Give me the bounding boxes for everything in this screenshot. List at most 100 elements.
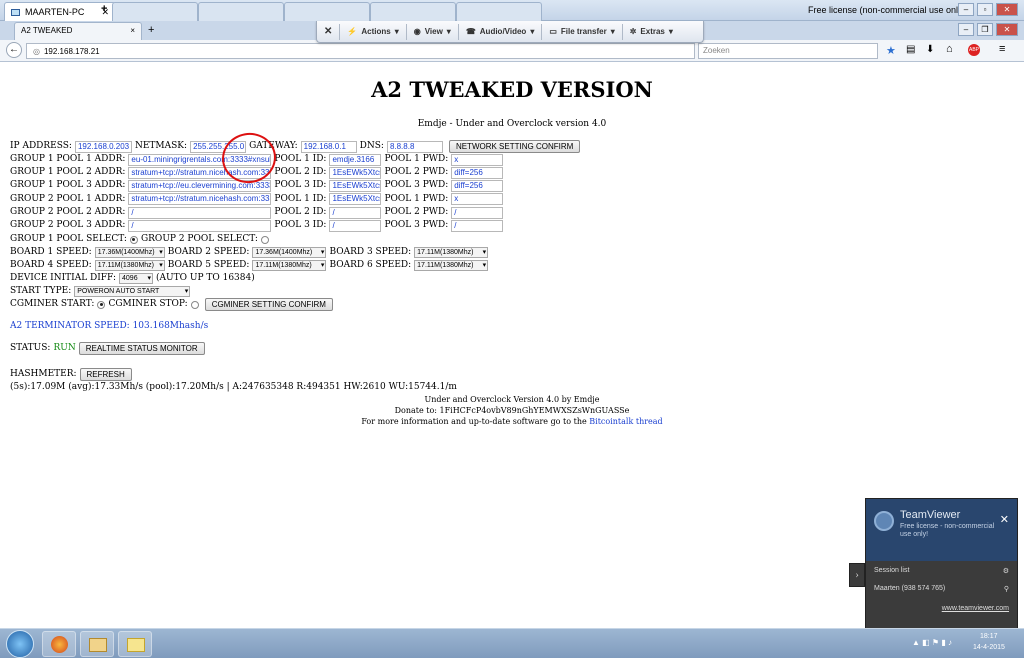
- pool-pwd-label: POOL 2 PWD:: [384, 167, 449, 178]
- minimize-button[interactable]: –: [958, 23, 974, 36]
- lightning-icon: ⚡: [347, 27, 358, 36]
- download-icon[interactable]: ⬇: [926, 44, 934, 55]
- refresh-button[interactable]: REFRESH: [79, 368, 132, 381]
- background-tab[interactable]: [198, 2, 284, 21]
- start-type-select[interactable]: POWERON AUTO START: [74, 286, 191, 297]
- pool-id-field[interactable]: emdje.3166: [329, 153, 382, 166]
- board-1-speed-select[interactable]: 17.36M(1400Mhz): [94, 247, 165, 258]
- chevron-down-icon: ▾: [530, 27, 535, 36]
- background-tab[interactable]: [284, 2, 370, 21]
- group1-pool-select-radio[interactable]: [129, 235, 138, 244]
- file-transfer-menu[interactable]: ▭ File transfer ▾: [542, 27, 621, 36]
- close-tab-icon[interactable]: ×: [130, 26, 135, 37]
- clock-date[interactable]: 14-4-2015: [973, 644, 1005, 651]
- reading-list-icon[interactable]: ▤: [906, 44, 915, 55]
- board-5-speed-select[interactable]: 17.11M(1380Mhz): [252, 260, 327, 271]
- background-tab[interactable]: [370, 2, 456, 21]
- close-window-button[interactable]: ✕: [996, 23, 1018, 36]
- clock-time[interactable]: 18:17: [980, 633, 998, 640]
- pool-pwd-field[interactable]: /: [451, 220, 504, 232]
- extras-menu[interactable]: ✲ Extras ▾: [623, 27, 680, 36]
- search-input[interactable]: Zoeken: [698, 43, 878, 59]
- pool-row: GROUP 2 POOL 3 ADDR: / POOL 3 ID: / POOL 3 P…: [10, 220, 506, 233]
- pool-id-field[interactable]: 1EsEWk5Xtcs: [329, 166, 382, 179]
- pool-pwd-field[interactable]: /: [451, 206, 504, 219]
- close-window-button[interactable]: ✕: [996, 3, 1018, 16]
- teamviewer-panel: TeamViewer Free license - non-commercial…: [865, 498, 1018, 629]
- back-arrow-icon[interactable]: ←: [6, 42, 22, 58]
- group1-pool-select-label: GROUP 1 POOL SELECT:: [10, 233, 127, 244]
- explorer-taskbar-icon[interactable]: [80, 631, 114, 657]
- globe-icon: ◎: [33, 46, 40, 56]
- chevron-down-icon: ▾: [446, 27, 451, 36]
- add-session-button[interactable]: +: [101, 3, 107, 15]
- teamviewer-link[interactable]: www.teamviewer.com: [874, 605, 1009, 612]
- pool-addr-field[interactable]: /: [128, 206, 272, 219]
- bookmark-star-icon[interactable]: ★: [886, 44, 896, 57]
- settings-icon[interactable]: ⚙: [1003, 567, 1009, 575]
- board-2-speed-select[interactable]: 17.36M(1400Mhz): [252, 247, 327, 258]
- headset-icon: ☎: [465, 27, 476, 36]
- pool-pwd-field[interactable]: x: [451, 153, 504, 166]
- network-setting-confirm-button[interactable]: NETWORK SETTING CONFIRM: [448, 140, 581, 153]
- pool-pwd-field[interactable]: diff=256: [451, 166, 504, 179]
- pool-select-row: GROUP 1 POOL SELECT: GROUP 2 POOL SELECT…: [10, 233, 272, 246]
- maximize-button[interactable]: ▫: [977, 3, 993, 16]
- cgminer-start-radio[interactable]: [97, 300, 106, 309]
- browser-tab[interactable]: A2 TWEAKED ×: [14, 22, 142, 40]
- chevron-down-icon: ▾: [610, 27, 615, 36]
- firefox-taskbar-icon[interactable]: [42, 631, 76, 657]
- view-menu[interactable]: ◉ View ▾: [407, 27, 458, 36]
- windows-taskbar: ▲ ◧ ⚑ ▮ ♪ 18:17 14-4-2015: [0, 628, 1024, 658]
- teamviewer-session-tab[interactable]: MAARTEN-PC ✕: [4, 2, 116, 21]
- new-tab-button[interactable]: +: [148, 24, 154, 36]
- bitcointalk-link[interactable]: Bitcointalk thread: [589, 417, 662, 426]
- board-3-speed-select[interactable]: 17.11M(1380Mhz): [414, 247, 489, 258]
- pool-id-field[interactable]: /: [329, 220, 382, 232]
- panel-expand-button[interactable]: ›: [849, 563, 865, 587]
- actions-menu[interactable]: ⚡ Actions ▾: [340, 27, 405, 36]
- pool-addr-field[interactable]: stratum+tcp://stratum.nicehash.com:3333: [128, 193, 272, 206]
- tray-icons[interactable]: ▲ ◧ ⚑ ▮ ♪: [912, 638, 952, 647]
- url-bar[interactable]: ◎ 192.168.178.21: [26, 43, 695, 59]
- pool-addr-field[interactable]: /: [128, 220, 272, 232]
- gateway-field[interactable]: 192.168.0.1: [300, 140, 357, 153]
- cgminer-setting-confirm-button[interactable]: CGMINER SETTING CONFIRM: [204, 298, 333, 311]
- board-3-label: BOARD 3 SPEED:: [329, 246, 412, 257]
- page-title: A2 TWEAKED VERSION: [371, 77, 653, 102]
- folder-icon: ▭: [549, 27, 557, 36]
- url-text: 192.168.178.21: [43, 46, 100, 56]
- restore-button[interactable]: ❐: [977, 23, 993, 36]
- initial-diff-select[interactable]: 4096: [119, 273, 154, 284]
- pool-pwd-field[interactable]: diff=256: [451, 180, 504, 193]
- minimize-button[interactable]: –: [958, 3, 974, 16]
- disconnect-icon[interactable]: ⚲: [1004, 585, 1009, 593]
- group2-pool-select-radio[interactable]: [260, 235, 269, 244]
- cgminer-stop-radio[interactable]: [190, 300, 199, 309]
- pool-id-label: POOL 3 ID:: [274, 180, 327, 191]
- audio-video-menu[interactable]: ☎ Audio/Video ▾: [459, 27, 542, 36]
- ip-address-field[interactable]: 192.168.0.203: [74, 140, 132, 153]
- session-entry[interactable]: Maarten (938 574 765): [874, 585, 945, 593]
- menu-icon[interactable]: ≡: [999, 43, 1005, 55]
- panel-close-icon[interactable]: ✕: [1000, 513, 1009, 526]
- teamviewer-taskbar-icon[interactable]: [118, 631, 152, 657]
- pool-id-field[interactable]: 1EsEWk5Xtcs: [329, 193, 382, 206]
- pool-addr-label: GROUP 1 POOL 3 ADDR:: [10, 180, 126, 191]
- footer-credit: Under and Overclock Version 4.0 by Emdje: [424, 395, 600, 404]
- board-4-speed-select[interactable]: 17.11M(1380Mhz): [94, 260, 165, 271]
- teamviewer-logo-icon: [874, 511, 894, 531]
- pool-id-field[interactable]: 1EsEWk5Xtcs: [329, 180, 382, 193]
- board-6-speed-select[interactable]: 17.11M(1380Mhz): [414, 260, 489, 271]
- toolbar-close-button[interactable]: ✕: [317, 26, 339, 37]
- start-button[interactable]: [6, 630, 34, 658]
- start-type-label: START TYPE:: [10, 285, 72, 296]
- pool-id-field[interactable]: /: [329, 206, 382, 219]
- home-icon[interactable]: ⌂: [946, 43, 953, 55]
- dns-field[interactable]: 8.8.8.8: [386, 140, 443, 153]
- realtime-status-monitor-button[interactable]: REALTIME STATUS MONITOR: [78, 342, 205, 355]
- pool-pwd-field[interactable]: x: [451, 193, 504, 206]
- background-tab[interactable]: [112, 2, 198, 21]
- adblock-icon[interactable]: ABP: [968, 44, 980, 56]
- background-tab[interactable]: [456, 2, 542, 21]
